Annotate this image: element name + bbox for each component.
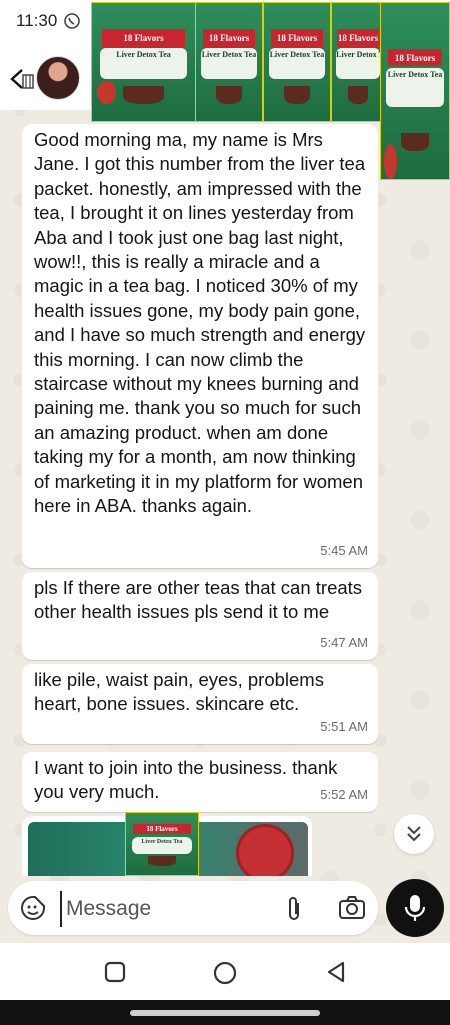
camera-icon[interactable] xyxy=(338,895,366,926)
product-thumbnail: 18 Flavors Liver Detox Tea xyxy=(380,2,450,180)
product-panel: Liver Detox Tea xyxy=(201,47,257,79)
home-indicator[interactable] xyxy=(130,1010,320,1016)
home-button[interactable] xyxy=(213,961,237,990)
product-name-label: Liver Detox Tea xyxy=(269,49,325,59)
product-brand-label: 18 Flavors xyxy=(202,28,256,48)
message-timestamp: 5:45 AM xyxy=(320,542,368,558)
message-text: Good morning ma, my name is Mrs Jane. I … xyxy=(34,129,366,517)
back-nav-button[interactable] xyxy=(325,961,347,988)
whatsapp-notification-icon xyxy=(63,12,81,35)
recents-icon xyxy=(104,961,126,983)
product-name-label: Liver Detox Tea xyxy=(336,49,380,59)
double-chevron-down-icon xyxy=(407,826,421,842)
message-text: I want to join into the business. thank … xyxy=(34,757,338,803)
message-bubble[interactable]: pls If there are other teas that can tre… xyxy=(22,572,378,660)
product-name-label: Liver Detox Tea xyxy=(141,838,183,845)
product-panel: Liver Detox Tea xyxy=(386,68,444,107)
product-name-label: Liver Detox Tea xyxy=(116,49,171,59)
message-text: pls If there are other teas that can tre… xyxy=(34,577,363,623)
product-thumbnail: 18 Flavors Liver Detox Tea xyxy=(125,812,199,876)
product-thumbnail: 18 Flavors Liver Detox Tea xyxy=(331,2,385,122)
tea-cup-graphic xyxy=(122,85,165,105)
product-brand-label: 18 Flavors xyxy=(133,824,191,835)
paperclip-icon[interactable] xyxy=(283,895,305,928)
voice-message-button[interactable] xyxy=(386,879,444,937)
product-brand-label: 18 Flavors xyxy=(387,48,443,67)
product-panel: Liver Detox Tea xyxy=(131,836,193,854)
message-timestamp: 5:52 AM xyxy=(320,786,368,802)
berry-graphic xyxy=(97,80,116,105)
message-bubble[interactable]: I want to join into the business. thank … xyxy=(22,752,378,812)
tea-cup-graphic xyxy=(283,85,311,105)
back-button[interactable] xyxy=(8,66,38,92)
message-timestamp: 5:51 AM xyxy=(320,718,368,734)
contact-avatar[interactable] xyxy=(36,56,80,100)
product-panel: Liver Detox Tea xyxy=(100,47,187,79)
product-brand-label: 18 Flavors xyxy=(270,28,324,48)
recent-apps-button[interactable] xyxy=(104,961,126,988)
home-circle-icon xyxy=(213,961,237,985)
tea-cup-graphic xyxy=(347,85,369,105)
status-time: 11:30 xyxy=(16,11,58,30)
berry-graphic xyxy=(384,143,397,179)
product-brand-label: 18 Flavors xyxy=(102,28,185,48)
product-thumbnail: 18 Flavors Liver Detox Tea xyxy=(195,2,263,122)
back-triangle-icon xyxy=(327,961,345,983)
tea-cup-graphic xyxy=(215,85,243,105)
back-arrow-icon xyxy=(10,69,34,89)
product-panel: Liver Detox Tea xyxy=(336,47,380,79)
sticker-icon[interactable] xyxy=(20,895,46,926)
product-brand-label: 18 Flavors xyxy=(337,28,379,48)
scroll-down-button[interactable] xyxy=(394,814,434,854)
message-bubble[interactable]: like pile, waist pain, eyes, problems he… xyxy=(22,664,378,744)
message-text: like pile, waist pain, eyes, problems he… xyxy=(34,669,324,715)
product-thumbnail: 18 Flavors Liver Detox Tea xyxy=(263,2,331,122)
microphone-icon xyxy=(404,895,426,921)
seal-stamp-graphic xyxy=(236,824,294,876)
message-input[interactable] xyxy=(60,891,268,927)
tea-cup-graphic xyxy=(147,856,177,867)
product-name-label: Liver Detox Tea xyxy=(387,70,443,80)
message-timestamp: 5:47 AM xyxy=(320,634,368,650)
product-thumbnail: 18 Flavors Liver Detox Tea xyxy=(91,2,196,122)
message-bubble[interactable]: Good morning ma, my name is Mrs Jane. I … xyxy=(22,124,378,568)
message-composer xyxy=(8,881,378,935)
tea-cup-graphic xyxy=(401,133,429,151)
product-name-label: Liver Detox Tea xyxy=(201,49,257,59)
product-panel: Liver Detox Tea xyxy=(269,47,325,79)
